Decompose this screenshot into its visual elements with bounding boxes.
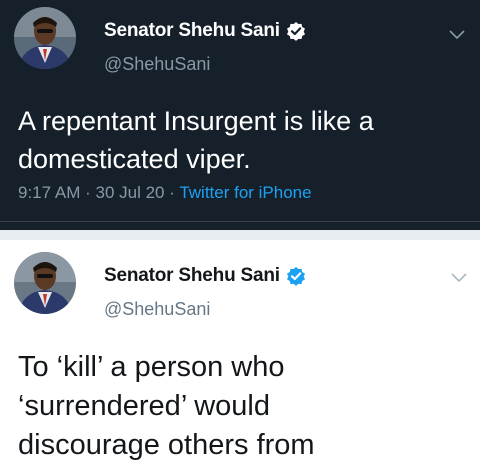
tweet-source[interactable]: Twitter for iPhone <box>179 183 311 202</box>
tweet-text-line: A repentant Insurgent is like a <box>18 106 374 136</box>
verified-badge-icon <box>286 266 306 286</box>
tweet-text-line: To ‘kill’ a person who <box>18 351 285 383</box>
meta-separator: · <box>85 183 96 202</box>
chevron-down-icon[interactable] <box>451 270 467 283</box>
tweet-text: To ‘kill’ a person who ‘surrendered’ wou… <box>18 348 462 465</box>
author-handle[interactable]: @ShehuSani <box>104 299 210 320</box>
tweet-time[interactable]: 9:17 AM <box>18 183 80 202</box>
tweet-dark: Senator Shehu Sani @ShehuSani A repentan… <box>0 0 480 230</box>
author-line: Senator Shehu Sani <box>104 20 306 42</box>
meta-separator: · <box>169 183 180 202</box>
author-name[interactable]: Senator Shehu Sani <box>104 20 280 42</box>
tweet-date[interactable]: 30 Jul 20 <box>96 183 165 202</box>
author-handle[interactable]: @ShehuSani <box>104 54 210 75</box>
tweet-light: Senator Shehu Sani @ShehuSani To ‘kill’ … <box>0 240 480 471</box>
author-line: Senator Shehu Sani <box>104 265 306 287</box>
tweet-separator <box>0 230 480 240</box>
author-name[interactable]: Senator Shehu Sani <box>104 265 280 287</box>
chevron-down-icon[interactable] <box>449 27 465 40</box>
verified-badge-icon <box>286 21 306 41</box>
tweet-meta: 9:17 AM · 30 Jul 20 · Twitter for iPhone <box>18 183 312 203</box>
avatar[interactable] <box>14 252 76 314</box>
tweet-text-line: discourage others from <box>18 429 315 461</box>
tweet-text-line: domesticated viper. <box>18 144 251 174</box>
tweet-text-line: ‘surrendered’ would <box>18 390 271 422</box>
avatar[interactable] <box>14 7 76 69</box>
tweet-text: A repentant Insurgent is like a domestic… <box>18 102 462 178</box>
divider <box>0 221 480 222</box>
